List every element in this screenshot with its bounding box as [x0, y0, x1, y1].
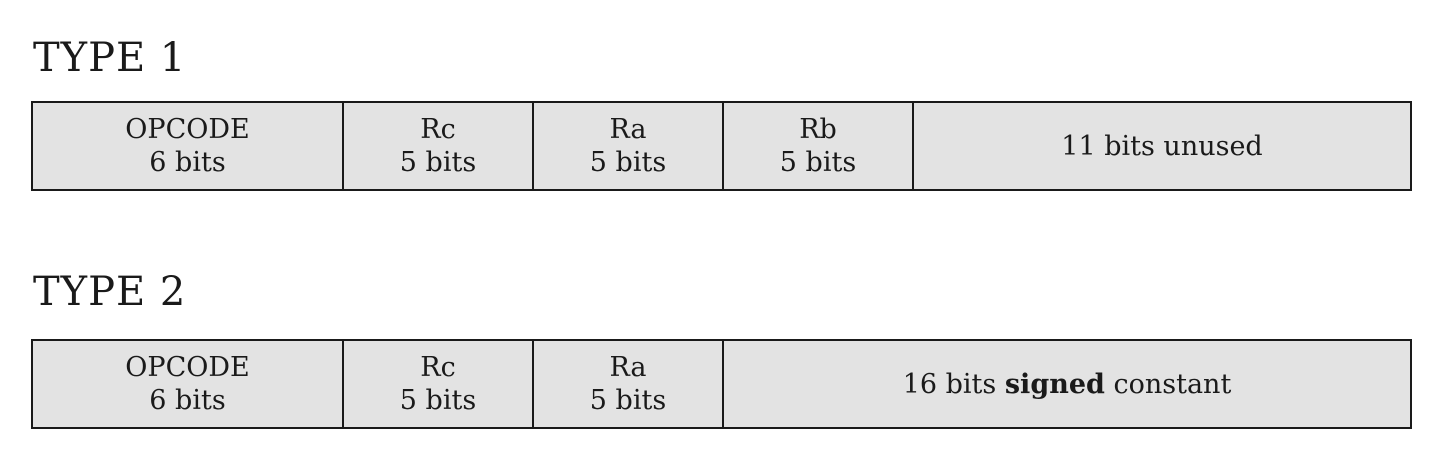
type-1-unused-field: 11 bits unused	[914, 103, 1410, 189]
constant-prefix: 16 bits	[902, 368, 997, 400]
field-name: Rb	[799, 114, 837, 145]
type-2-constant-field: 16 bits signed constant	[724, 341, 1410, 427]
field-bits: 5 bits	[589, 147, 667, 178]
type-2-ra-field: Ra 5 bits	[534, 341, 724, 427]
type-1-ra-field: Ra 5 bits	[534, 103, 724, 189]
type-1-rc-field: Rc 5 bits	[344, 103, 534, 189]
field-name: OPCODE	[125, 114, 250, 145]
type-2-rc-field: Rc 5 bits	[344, 341, 534, 427]
type-2-heading: TYPE 2	[33, 269, 187, 315]
field-name: Ra	[609, 352, 647, 383]
type-1-heading: TYPE 1	[33, 35, 187, 81]
type-1-rb-field: Rb 5 bits	[724, 103, 914, 189]
field-name: Ra	[609, 114, 647, 145]
constant-emphasis: signed	[1004, 368, 1105, 400]
constant-suffix: constant	[1113, 368, 1232, 400]
constant-label: 16 bits signed constant	[903, 368, 1232, 401]
type-2-instruction-format: OPCODE 6 bits Rc 5 bits Ra 5 bits 16 bit…	[31, 339, 1412, 429]
field-bits: 6 bits	[149, 147, 226, 178]
type-1-instruction-format: OPCODE 6 bits Rc 5 bits Ra 5 bits Rb 5 b…	[31, 101, 1412, 191]
field-bits: 5 bits	[589, 385, 667, 416]
type-2-opcode-field: OPCODE 6 bits	[33, 341, 344, 427]
field-bits: 5 bits	[399, 147, 477, 178]
field-name: Rc	[420, 114, 456, 145]
field-bits: 6 bits	[149, 385, 226, 416]
type-1-opcode-field: OPCODE 6 bits	[33, 103, 344, 189]
field-bits: 5 bits	[779, 147, 857, 178]
field-bits: 5 bits	[399, 385, 477, 416]
field-name: OPCODE	[125, 352, 250, 383]
unused-bits-label: 11 bits unused	[1061, 130, 1263, 162]
field-name: Rc	[420, 352, 456, 383]
